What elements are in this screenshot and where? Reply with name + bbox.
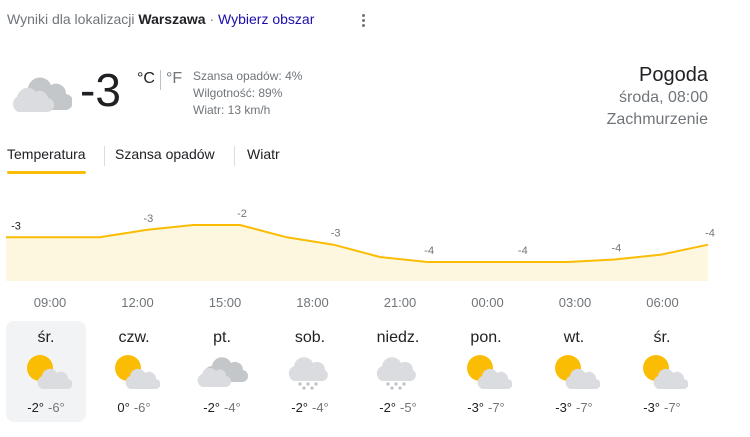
- day-card[interactable]: śr. -2° -6°: [6, 321, 86, 422]
- partly-cloudy-icon: [467, 355, 512, 390]
- tab-precipitation[interactable]: Szansa opadów: [115, 146, 215, 162]
- unit-fahrenheit-toggle[interactable]: °F: [166, 70, 182, 88]
- partly-cloudy-icon: [115, 355, 160, 390]
- temperature-data-label: -4: [612, 243, 622, 255]
- temperature-data-label: -3: [144, 213, 154, 225]
- day-low: -6°: [133, 400, 151, 415]
- precipitation-chance: Szansa opadów: 4%: [193, 69, 303, 83]
- day-name: czw.: [118, 329, 150, 346]
- time-tick-label: 09:00: [34, 295, 67, 310]
- day-card[interactable]: śr. -3° -7°: [622, 321, 702, 422]
- day-low: -6°: [48, 400, 65, 415]
- temperature-area: [6, 225, 708, 281]
- location-city: Warszawa: [138, 11, 206, 27]
- day-name: niedz.: [376, 329, 420, 346]
- day-card[interactable]: pt. -2° -4°: [182, 321, 262, 422]
- day-low: -7°: [576, 400, 593, 415]
- partly-cloudy-icon: [555, 355, 600, 390]
- temperature-data-label: -2: [237, 208, 247, 220]
- day-card[interactable]: wt. -3° -7°: [534, 321, 614, 422]
- day-high: -3°: [643, 400, 660, 415]
- location-line: Wyniki dla lokalizacji Warszawa · Wybier…: [7, 11, 314, 27]
- day-high: -2°: [291, 400, 308, 415]
- day-high: -2°: [27, 400, 44, 415]
- time-tick-label: 00:00: [471, 295, 504, 310]
- tab-divider: [104, 146, 105, 166]
- day-high: -2°: [203, 400, 220, 415]
- day-name: śr.: [653, 329, 671, 346]
- day-card[interactable]: pon. -3° -7°: [446, 321, 526, 422]
- page-title: Pogoda: [639, 64, 708, 86]
- tab-temperature[interactable]: Temperatura: [7, 146, 86, 174]
- location-separator: ·: [209, 11, 215, 27]
- time-tick-label: 06:00: [646, 295, 679, 310]
- tab-wind[interactable]: Wiatr: [247, 146, 280, 162]
- temperature-data-label: -3: [331, 228, 341, 240]
- humidity: Wilgotność: 89%: [193, 86, 283, 100]
- time-tick-label: 03:00: [559, 295, 592, 310]
- day-high: -3°: [555, 400, 572, 415]
- time-tick-label: 12:00: [121, 295, 154, 310]
- time-tick-label: 18:00: [296, 295, 329, 310]
- temperature-data-label: -4: [705, 228, 715, 240]
- wind-speed: Wiatr: 13 km/h: [193, 103, 271, 117]
- current-temperature: -3: [80, 64, 121, 116]
- day-high: -3°: [467, 400, 484, 415]
- day-card[interactable]: czw. 0° -6°: [94, 321, 174, 422]
- partly-cloudy-icon: [27, 355, 72, 390]
- day-high: -2°: [379, 400, 396, 415]
- day-name: śr.: [37, 329, 55, 346]
- temperature-data-label: -3: [11, 220, 21, 232]
- snow-icon: [288, 357, 328, 390]
- unit-celsius-toggle[interactable]: °C: [137, 70, 155, 88]
- day-name: pt.: [213, 329, 231, 346]
- partly-cloudy-icon: [643, 355, 688, 390]
- day-low: -4°: [312, 400, 329, 415]
- day-high: 0°: [117, 400, 130, 415]
- day-name: pon.: [470, 329, 502, 346]
- day-low: -5°: [400, 400, 417, 415]
- snow-icon: [376, 357, 416, 390]
- day-low: -4°: [224, 400, 241, 415]
- day-name: wt.: [563, 329, 585, 346]
- day-low: -7°: [664, 400, 681, 415]
- tab-divider: [234, 146, 235, 166]
- day-card[interactable]: sob. -2° -4°: [270, 321, 350, 422]
- location-prefix: Wyniki dla lokalizacji: [7, 11, 135, 27]
- temperature-chart: -3 -3 -2 -3 -4 -4 -4 -4 09:00 12:00 15:00 18:00 21:0…: [6, 208, 715, 310]
- weather-header: Pogoda środa, 08:00 Zachmurzenie: [607, 63, 708, 131]
- datetime: środa, 08:00: [619, 89, 708, 106]
- temperature-data-label: -4: [424, 245, 434, 257]
- cloudy-icon: [13, 77, 72, 113]
- day-card[interactable]: niedz. -2° -5°: [358, 321, 438, 422]
- more-options-icon[interactable]: [354, 12, 372, 32]
- current-details: Szansa opadów: 4% Wilgotność: 89% Wiatr:…: [193, 68, 302, 119]
- time-tick-label: 21:00: [384, 295, 417, 310]
- condition: Zachmurzenie: [606, 111, 708, 128]
- day-name: sob.: [294, 329, 326, 346]
- temperature-data-label: -4: [518, 245, 528, 257]
- day-low: -7°: [488, 400, 505, 415]
- unit-separator: [160, 70, 161, 90]
- cloudy-icon: [197, 357, 248, 388]
- choose-area-link[interactable]: Wybierz obszar: [218, 11, 314, 27]
- time-tick-label: 15:00: [209, 295, 242, 310]
